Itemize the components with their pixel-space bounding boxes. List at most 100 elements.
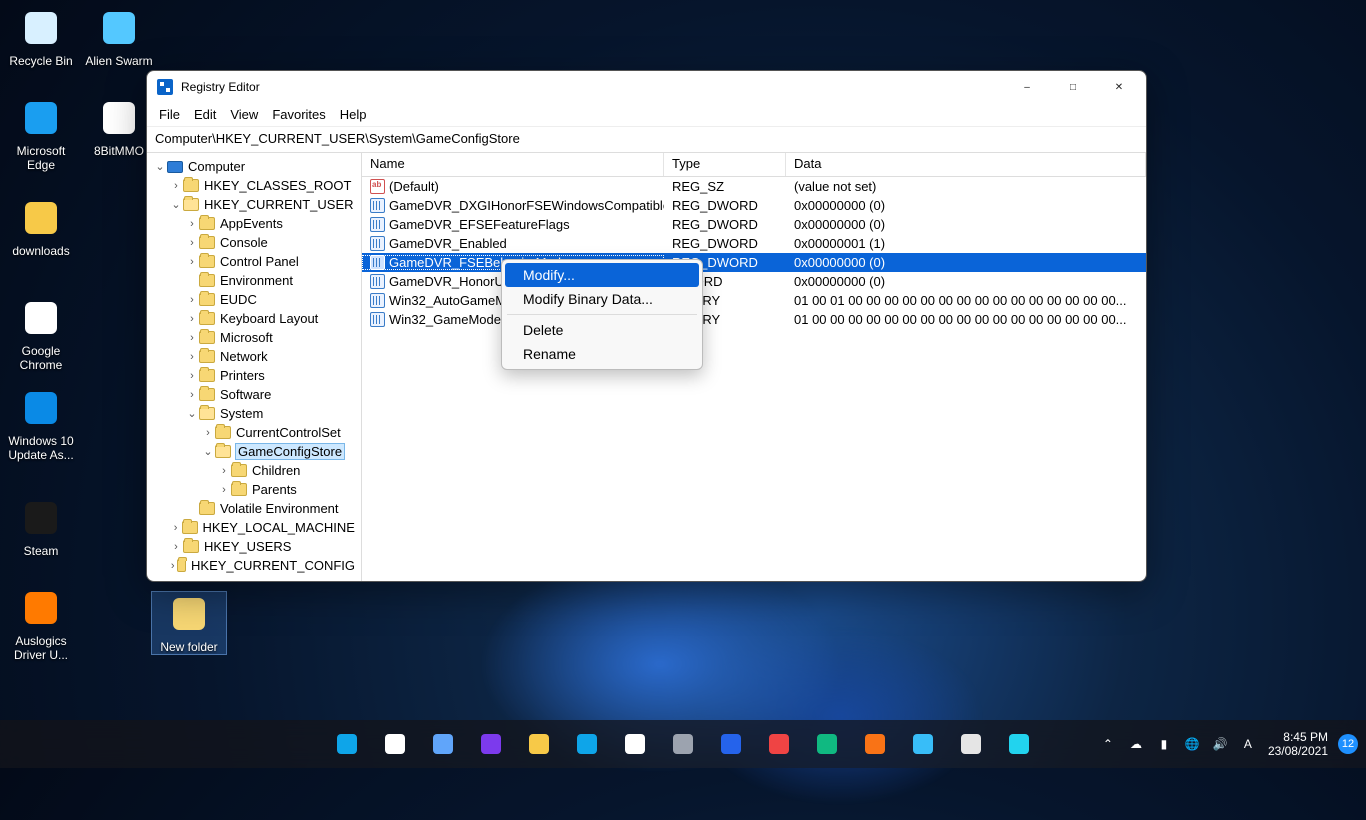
taskbar-search-icon[interactable] — [375, 724, 415, 764]
tree-item[interactable]: Volatile Environment — [147, 499, 361, 518]
tree-item[interactable]: ›Children — [147, 461, 361, 480]
expand-twisty[interactable]: › — [185, 332, 199, 344]
tree-item[interactable]: ⌄HKEY_CURRENT_USER — [147, 195, 361, 214]
taskbar-chrome-icon[interactable] — [759, 724, 799, 764]
tree-item[interactable]: ⌄Computer — [147, 157, 361, 176]
minimize-button[interactable]: – — [1004, 71, 1050, 103]
menu-help[interactable]: Help — [340, 107, 367, 122]
tray-chevron-up-icon[interactable]: ⌃ — [1098, 734, 1118, 754]
tree-item[interactable]: ›EUDC — [147, 290, 361, 309]
tree-item[interactable]: ›Microsoft — [147, 328, 361, 347]
expand-twisty[interactable]: › — [185, 370, 199, 382]
context-menu-item[interactable]: Delete — [505, 318, 699, 342]
expand-twisty[interactable]: › — [169, 522, 182, 534]
close-button[interactable]: ✕ — [1096, 71, 1142, 103]
tray-volume-icon[interactable]: 🔊 — [1210, 734, 1230, 754]
tree-item[interactable]: ⌄System — [147, 404, 361, 423]
expand-twisty[interactable]: › — [185, 389, 199, 401]
desktop-icon-new-folder[interactable]: New folder — [152, 592, 226, 654]
expand-twisty[interactable]: › — [217, 465, 231, 477]
context-menu-item[interactable]: Modify Binary Data... — [505, 287, 699, 311]
tree-item[interactable]: ›CurrentControlSet — [147, 423, 361, 442]
context-menu-item[interactable]: Rename — [505, 342, 699, 366]
taskbar-microsoft-store-icon[interactable] — [615, 724, 655, 764]
maximize-button[interactable]: □ — [1050, 71, 1096, 103]
taskbar-chat-icon[interactable] — [471, 724, 511, 764]
tree-item[interactable]: ›HKEY_CLASSES_ROOT — [147, 176, 361, 195]
tree-item[interactable]: ›Printers — [147, 366, 361, 385]
menu-file[interactable]: File — [159, 107, 180, 122]
tree-item[interactable]: ›Control Panel — [147, 252, 361, 271]
expand-twisty[interactable]: ⌄ — [185, 407, 199, 420]
desktop-icon-steam[interactable]: Steam — [4, 496, 78, 558]
desktop-icon-windows10-update-assistant[interactable]: Windows 10 Update As... — [4, 386, 78, 462]
tree-pane[interactable]: ⌄Computer›HKEY_CLASSES_ROOT⌄HKEY_CURRENT… — [147, 153, 362, 581]
list-header[interactable]: Name Type Data — [362, 153, 1146, 177]
titlebar[interactable]: Registry Editor – □ ✕ — [147, 71, 1146, 103]
taskbar-brave-icon[interactable] — [855, 724, 895, 764]
desktop-icon-alien-swarm[interactable]: Alien Swarm — [82, 6, 156, 68]
desktop-icon-auslogics-driver-updater[interactable]: Auslogics Driver U... — [4, 586, 78, 662]
expand-twisty[interactable]: › — [185, 351, 199, 363]
expand-twisty[interactable]: › — [217, 484, 231, 496]
list-row[interactable]: GameDVR_EnabledREG_DWORD0x00000001 (1) — [362, 234, 1146, 253]
list-row[interactable]: Win32_AutoGameMoBINARY01 00 01 00 00 00 … — [362, 291, 1146, 310]
taskbar-task-view-icon[interactable] — [423, 724, 463, 764]
desktop-icon-recycle-bin[interactable]: Recycle Bin — [4, 6, 78, 68]
address-bar[interactable]: Computer\HKEY_CURRENT_USER\System\GameCo… — [147, 127, 1146, 153]
tray-onedrive-icon[interactable]: ☁ — [1126, 734, 1146, 754]
taskbar-app-icon[interactable] — [999, 724, 1039, 764]
taskbar-file-explorer-icon[interactable] — [519, 724, 559, 764]
tree-item[interactable]: ›Keyboard Layout — [147, 309, 361, 328]
tree-item[interactable]: Environment — [147, 271, 361, 290]
list-row[interactable]: GameDVR_DXGIHonorFSEWindowsCompatibleREG… — [362, 196, 1146, 215]
expand-twisty[interactable]: › — [185, 256, 199, 268]
list-row[interactable]: Win32_GameModeReBINARY01 00 00 00 00 00 … — [362, 310, 1146, 329]
expand-twisty[interactable]: › — [201, 427, 215, 439]
taskbar-start-icon[interactable] — [327, 724, 367, 764]
desktop-icon-microsoft-edge[interactable]: Microsoft Edge — [4, 96, 78, 172]
expand-twisty[interactable]: › — [185, 294, 199, 306]
tree-item[interactable]: ›HKEY_CURRENT_CONFIG — [147, 556, 361, 575]
expand-twisty[interactable]: ⌄ — [201, 445, 215, 458]
expand-twisty[interactable]: › — [185, 313, 199, 325]
tree-item[interactable]: ›HKEY_LOCAL_MACHINE — [147, 518, 361, 537]
tray-ime-icon[interactable]: A — [1238, 734, 1258, 754]
list-row[interactable]: (Default)REG_SZ(value not set) — [362, 177, 1146, 196]
desktop-icon-8bitmmo[interactable]: 8BitMMO — [82, 96, 156, 158]
taskbar-steam-icon[interactable] — [951, 724, 991, 764]
expand-twisty[interactable]: › — [169, 560, 177, 572]
desktop-icon-downloads[interactable]: downloads — [4, 196, 78, 258]
taskbar-settings-icon[interactable] — [663, 724, 703, 764]
tree-item[interactable]: ⌄GameConfigStore — [147, 442, 361, 461]
taskbar-security-icon[interactable] — [807, 724, 847, 764]
context-menu-item[interactable]: Modify... — [505, 263, 699, 287]
list-row[interactable]: GameDVR_EFSEFeatureFlagsREG_DWORD0x00000… — [362, 215, 1146, 234]
taskbar-word-icon[interactable] — [711, 724, 751, 764]
list-row[interactable]: GameDVR_FSEBehaviorModeREG_DWORD0x000000… — [362, 253, 1146, 272]
column-name[interactable]: Name — [362, 153, 664, 176]
tree-item[interactable]: ›Network — [147, 347, 361, 366]
column-data[interactable]: Data — [786, 153, 1146, 176]
menu-favorites[interactable]: Favorites — [272, 107, 325, 122]
notification-badge[interactable]: 12 — [1338, 734, 1358, 754]
tray-network-icon[interactable]: 🌐 — [1182, 734, 1202, 754]
list-row[interactable]: GameDVR_HonorUserDWORD0x00000000 (0) — [362, 272, 1146, 291]
expand-twisty[interactable]: ⌄ — [169, 198, 183, 211]
tree-item[interactable]: ›HKEY_USERS — [147, 537, 361, 556]
expand-twisty[interactable]: › — [169, 541, 183, 553]
taskbar-alien-swarm-icon[interactable] — [903, 724, 943, 764]
tree-item[interactable]: ›AppEvents — [147, 214, 361, 233]
clock[interactable]: 8:45 PM 23/08/2021 — [1268, 730, 1328, 758]
tree-item[interactable]: ›Software — [147, 385, 361, 404]
menu-view[interactable]: View — [230, 107, 258, 122]
expand-twisty[interactable]: › — [185, 237, 199, 249]
tree-item[interactable]: ›Parents — [147, 480, 361, 499]
taskbar-edge-icon[interactable] — [567, 724, 607, 764]
expand-twisty[interactable]: › — [185, 218, 199, 230]
column-type[interactable]: Type — [664, 153, 786, 176]
tray-battery-icon[interactable]: ▮ — [1154, 734, 1174, 754]
menu-edit[interactable]: Edit — [194, 107, 216, 122]
expand-twisty[interactable]: ⌄ — [153, 160, 167, 173]
expand-twisty[interactable]: › — [169, 180, 183, 192]
